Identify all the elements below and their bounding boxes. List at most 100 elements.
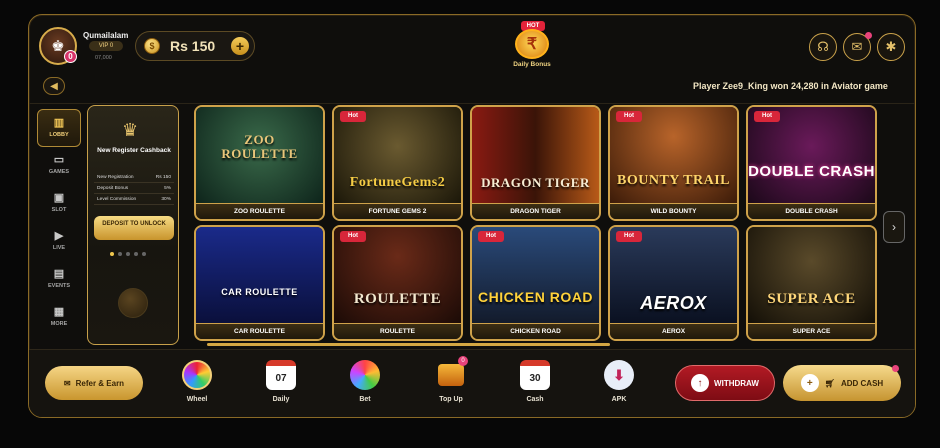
deposit-to-unlock-button[interactable]: DEPOSIT TO UNLOCK	[94, 216, 174, 240]
hot-tag: Hot	[478, 231, 504, 242]
promo-table: New Registration Rs 150 Deposit Bonus 5% L…	[94, 172, 174, 205]
hot-tag: Hot	[754, 111, 780, 122]
carousel-dot[interactable]	[126, 252, 130, 256]
promo-key: Level Commission	[97, 196, 137, 202]
game-card-double-crash[interactable]: Hot DOUBLE CRASH DOUBLE CRASH	[746, 105, 877, 221]
game-art	[196, 227, 323, 325]
mail-button[interactable]: ✉	[843, 32, 872, 61]
game-caption: AEROX	[610, 323, 737, 339]
promo-row: Deposit Bonus 5%	[94, 183, 174, 194]
nav-slot[interactable]: ▣ SLOT	[37, 185, 81, 223]
balance-pill: $ Rs 150 +	[135, 31, 255, 61]
app-frame: ♚ 0 Qumailalam VIP 0 07,000 $ Rs 150 + H…	[28, 14, 916, 418]
gear-icon: ✱	[885, 39, 897, 54]
quick-label: Cash	[526, 396, 544, 403]
promo-value: 5%	[164, 185, 171, 191]
carousel-dot[interactable]	[134, 252, 138, 256]
carousel-dot[interactable]	[118, 252, 122, 256]
refer-label: Refer & Earn	[75, 378, 125, 388]
game-card-super-ace[interactable]: SUPER ACE SUPER ACE	[746, 225, 877, 341]
quick-cash[interactable]: 30 Cash	[510, 360, 560, 403]
events-icon: ▤	[53, 268, 65, 280]
games-icon: ▭	[53, 154, 65, 166]
withdraw-button[interactable]: ↑ WITHDRAW	[675, 365, 775, 401]
chest-icon	[438, 364, 464, 386]
game-card-dragon-tiger[interactable]: DRAGON TIGER DRAGON TIGER	[470, 105, 601, 221]
refer-earn-button[interactable]: ✉ Refer & Earn	[45, 366, 143, 400]
gift-icon: ✉	[63, 378, 71, 388]
promo-key: New Registration	[97, 174, 134, 180]
game-caption: DOUBLE CRASH	[748, 203, 875, 219]
vip-badge: VIP 0	[89, 41, 123, 51]
avatar-badge: 0	[64, 50, 77, 63]
game-art-title: ROULETTE	[353, 291, 442, 307]
game-card-car-roulette[interactable]: CAR ROULETTE CAR ROULETTE	[194, 225, 325, 341]
quick-topup[interactable]: 0 Top Up	[426, 356, 476, 403]
game-caption: DRAGON TIGER	[472, 203, 599, 219]
daily-bonus[interactable]: HOT ₹ Daily Bonus	[507, 21, 557, 71]
header: ♚ 0 Qumailalam VIP 0 07,000 $ Rs 150 + H…	[29, 15, 915, 75]
headset-icon: ☊	[817, 39, 829, 54]
game-art	[748, 227, 875, 325]
scroll-right-button[interactable]: ›	[883, 211, 905, 243]
avatar-image-icon: ♚	[51, 38, 65, 55]
quick-wheel[interactable]: Wheel	[172, 360, 222, 403]
game-card-fortune-gems-2[interactable]: Hot FortuneGems2 FORTUNE GEMS 2	[332, 105, 463, 221]
quick-label: Top Up	[439, 396, 463, 403]
download-icon: ⬇	[604, 360, 634, 390]
nav-live[interactable]: ▶ LIVE	[37, 223, 81, 261]
settings-button[interactable]: ✱	[877, 33, 905, 61]
bottom-bar: ✉ Refer & Earn Wheel 07 Daily Bet 0 Top …	[29, 349, 915, 417]
nav-games[interactable]: ▭ GAMES	[37, 147, 81, 185]
add-cash-button[interactable]: + 🛒︎ ADD CASH	[783, 365, 901, 401]
quick-label: APK	[611, 396, 627, 403]
game-card-aerox[interactable]: Hot AEROX AEROX	[608, 225, 739, 341]
nav-lobby[interactable]: ▥ LOBBY	[37, 109, 81, 147]
game-card-zoo-roulette[interactable]: ZOO ROULETTE ZOO ROULETTE	[194, 105, 325, 221]
game-art-title: FortuneGems2	[349, 175, 446, 190]
support-button[interactable]: ☊	[809, 33, 837, 61]
game-card-roulette[interactable]: Hot ROULETTE ROULETTE	[332, 225, 463, 341]
nav-events[interactable]: ▤ EVENTS	[37, 261, 81, 299]
calendar-icon: 07	[266, 360, 296, 390]
withdraw-label: WITHDRAW	[714, 378, 759, 388]
game-card-wild-bounty[interactable]: Hot BOUNTY TRAIL WILD BOUNTY	[608, 105, 739, 221]
game-art-title: CHICKEN ROAD	[478, 289, 593, 305]
game-caption: ZOO ROULETTE	[196, 203, 323, 219]
game-art-title: SUPER ACE	[767, 291, 856, 307]
carousel-dot[interactable]	[110, 252, 114, 256]
quick-label: Daily	[272, 396, 290, 403]
notification-dot	[865, 32, 872, 39]
user-id: 07,000	[95, 55, 112, 61]
hot-tag: Hot	[616, 231, 642, 242]
game-art-title: ZOO ROULETTE	[221, 132, 298, 161]
quick-apk[interactable]: ⬇ APK	[594, 360, 644, 403]
game-art-title: CAR ROULETTE	[221, 287, 298, 297]
hot-tag: Hot	[340, 231, 366, 242]
wheel-icon	[182, 360, 212, 390]
nav-label: LIVE	[52, 245, 66, 251]
carousel-dot[interactable]	[142, 252, 146, 256]
username: Qumailalam	[83, 31, 129, 40]
add-balance-button[interactable]: +	[231, 37, 249, 55]
balance-amount: Rs 150	[170, 38, 216, 54]
horizontal-scrollbar[interactable]	[207, 343, 610, 346]
quick-bet[interactable]: Bet	[340, 360, 390, 403]
nav-more[interactable]: ▦ MORE	[37, 299, 81, 337]
slot-icon: ▣	[53, 192, 65, 204]
live-icon: ▶	[54, 230, 64, 242]
carousel-dots	[110, 252, 146, 256]
quick-daily[interactable]: 07 Daily	[256, 360, 306, 403]
game-art-title: DOUBLE CRASH	[748, 163, 875, 180]
bonus-coin-icon: ₹	[515, 29, 549, 59]
coin-decoration-icon	[118, 288, 148, 318]
announcement-marquee: ◀ Player Zee9_King won 24,280 in Aviator…	[43, 75, 907, 99]
promo-key: Deposit Bonus	[97, 185, 129, 191]
cart-icon: 🛒︎	[824, 378, 835, 388]
add-cash-label: ADD CASH	[840, 378, 884, 388]
game-card-chicken-road[interactable]: Hot CHICKEN ROAD CHICKEN ROAD	[470, 225, 601, 341]
plus-icon: +	[800, 374, 819, 392]
promo-row: New Registration Rs 150	[94, 172, 174, 183]
notification-dot	[892, 365, 899, 372]
nav-label: MORE	[50, 321, 68, 327]
